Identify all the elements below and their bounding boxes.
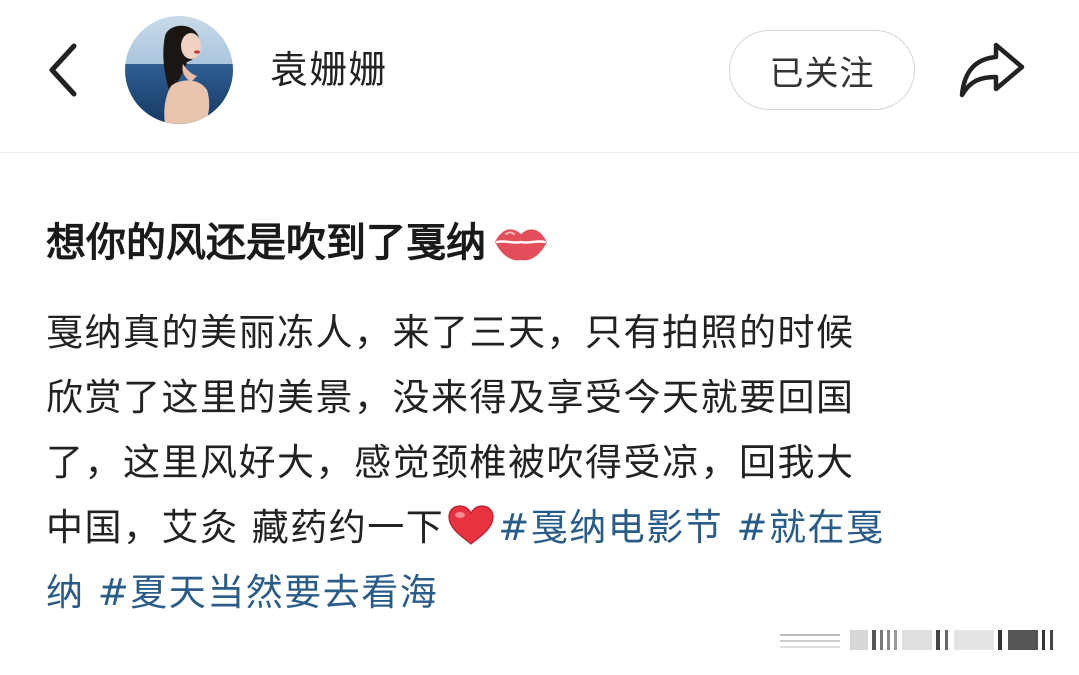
back-button[interactable] <box>38 40 86 100</box>
hashtag-link[interactable]: #夏天当然要去看海 <box>98 571 439 614</box>
post-body-line: 纳 #夏天当然要去看海 <box>46 560 1016 625</box>
post-title: 想你的风还是吹到了戛纳 <box>46 214 550 272</box>
post-title-text: 想你的风还是吹到了戛纳 <box>46 220 486 266</box>
post-header: 袁姗姗 已关注 <box>0 0 1079 153</box>
scroll-strip <box>780 630 1053 650</box>
hashtag-link[interactable]: #戛纳电影节 <box>498 506 723 549</box>
post-body-line: 欣赏了这里的美景，没来得及享受今天就要回国 <box>46 376 855 419</box>
heart-icon <box>448 505 494 545</box>
post-body-line: 戛纳真的美丽冻人，来了三天，只有拍照的时候 <box>46 311 855 354</box>
post-body-line: 中国，艾灸 藏药约一下 #戛纳电影节 #就在戛 <box>46 495 1016 560</box>
avatar-image <box>125 16 233 124</box>
post-body-line: 了，这里风好大，感觉颈椎被吹得受凉，回我大 <box>46 441 855 484</box>
hashtag-link[interactable]: #就在戛 <box>737 506 885 549</box>
post-body-text: 中国，艾灸 藏药约一下 <box>46 506 445 549</box>
chevron-left-icon <box>49 43 77 97</box>
avatar[interactable] <box>125 16 233 124</box>
share-button[interactable] <box>956 36 1028 102</box>
post-page: 袁姗姗 已关注 想你的风还是吹到了戛纳 戛纳真的美丽冻人，来了三天，只有拍照的时… <box>0 0 1079 675</box>
lips-icon <box>495 229 547 261</box>
username[interactable]: 袁姗姗 <box>270 44 387 96</box>
following-button[interactable]: 已关注 <box>729 30 915 110</box>
share-arrow-icon <box>959 42 1025 98</box>
hashtag-link[interactable]: 纳 <box>46 571 85 614</box>
post-body: 戛纳真的美丽冻人，来了三天，只有拍照的时候 欣赏了这里的美景，没来得及享受今天就… <box>46 300 1016 625</box>
